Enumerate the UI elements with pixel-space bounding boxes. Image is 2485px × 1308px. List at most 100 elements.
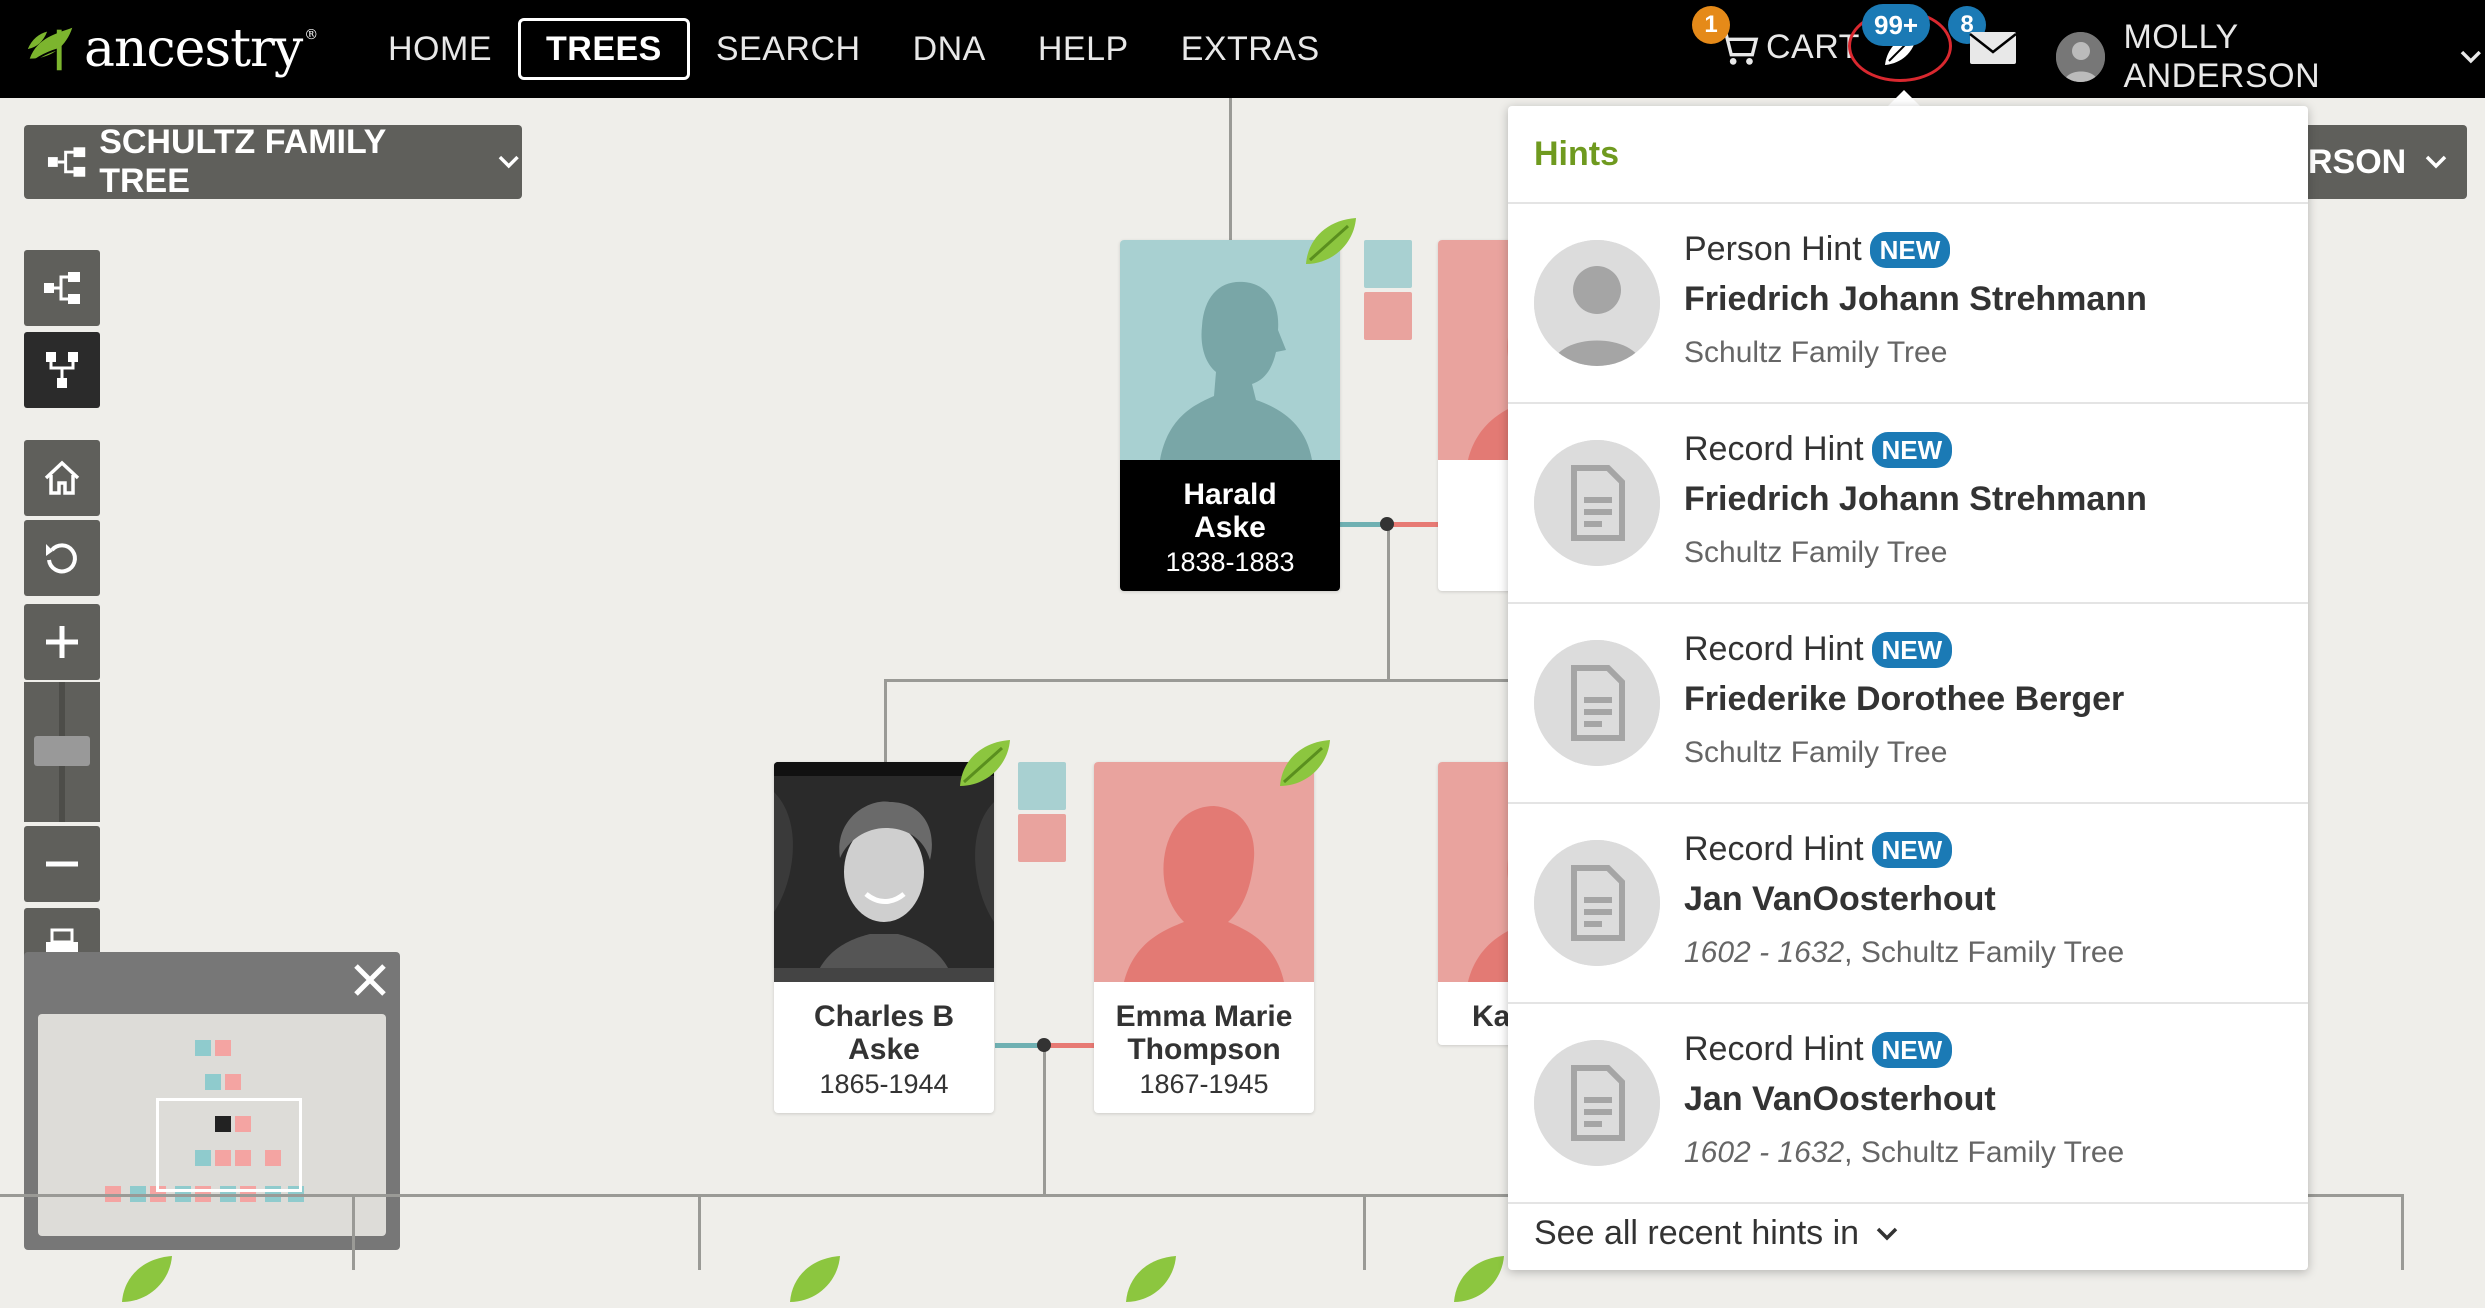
trademark-symbol: ®: [304, 27, 318, 43]
father-mini-icon: [1364, 240, 1412, 288]
cart-link[interactable]: CART: [1714, 24, 1860, 70]
tree-selector[interactable]: SCHULTZ FAMILY TREE: [24, 123, 522, 200]
tree-connector: [698, 1194, 701, 1270]
tree-connector: [1043, 1046, 1046, 1196]
zoom-in-button[interactable]: [24, 604, 100, 680]
family-view-button[interactable]: [24, 332, 100, 408]
minimap-viewport[interactable]: [156, 1098, 302, 1192]
see-all-hints-link[interactable]: See all recent hints in: [1534, 1214, 1901, 1253]
hint-item[interactable]: Person Hint NEW Friedrich Johann Strehman…: [1508, 204, 2308, 404]
top-navigation-bar: ancestry ® HOME TREES SEARCH DNA HELP EXT…: [0, 0, 2485, 98]
nav-home[interactable]: HOME: [362, 18, 518, 80]
mother-mini-icon: [1364, 292, 1412, 340]
hint-item[interactable]: Record Hint NEW Jan VanOosterhout 1602 - …: [1508, 804, 2308, 1004]
hint-type-label: Record Hint: [1684, 830, 1864, 868]
hint-person-name[interactable]: Jan VanOosterhout: [1684, 1080, 1996, 1119]
hint-person-name[interactable]: Friederike Dorothee Berger: [1684, 680, 2124, 719]
hint-tree-label: Schultz Family Tree: [1860, 1136, 2125, 1169]
hint-tree-label: Schultz Family Tree: [1684, 536, 1948, 569]
person-card-charles-aske[interactable]: Charles B Aske 1865-1944: [774, 762, 994, 1113]
cart-label: CART: [1766, 27, 1860, 66]
pedigree-view-button[interactable]: [24, 250, 100, 326]
parents-indicator[interactable]: [1018, 762, 1070, 866]
tree-selector-label: SCHULTZ FAMILY TREE: [99, 123, 386, 200]
hint-type: Record Hint NEW: [1684, 630, 1953, 669]
nav-help[interactable]: HELP: [1012, 18, 1155, 80]
person-card-harald-aske[interactable]: Harald Aske 1838-1883: [1120, 240, 1340, 591]
hint-tree-label: Schultz Family Tree: [1684, 736, 1948, 769]
hint-leaf-icon[interactable]: [1122, 1250, 1180, 1308]
spouse-dot: [1380, 517, 1394, 531]
hint-tree-name: Schultz Family Tree: [1684, 336, 1947, 370]
spouse-connector: [995, 1043, 1043, 1048]
hint-person-name[interactable]: Friedrich Johann Strehmann: [1684, 280, 2147, 319]
person-info: Harald Aske 1838-1883: [1120, 460, 1340, 591]
hint-type: Person Hint NEW: [1684, 230, 1951, 269]
nav-extras[interactable]: EXTRAS: [1155, 18, 1346, 80]
hint-leaf-icon[interactable]: [956, 734, 1014, 792]
hint-tree-label: Schultz Family Tree: [1684, 336, 1948, 369]
cart-count-badge: 1: [1692, 6, 1730, 44]
hints-count-badge: 99+: [1862, 4, 1931, 46]
nav-search[interactable]: SEARCH: [690, 18, 887, 80]
hint-leaf-icon[interactable]: [1450, 1250, 1508, 1308]
person-last-name: Aske: [1194, 511, 1266, 544]
tree-connector: [352, 1194, 355, 1270]
tree-connector: [884, 679, 1508, 682]
hint-leaf-icon[interactable]: [1302, 212, 1360, 270]
hint-item[interactable]: Record Hint NEW Jan VanOosterhout 1602 - …: [1508, 1004, 2308, 1204]
user-menu[interactable]: MOLLY ANDERSON: [2056, 18, 2485, 96]
brand-name: ancestry: [84, 19, 303, 79]
document-icon: [1534, 1040, 1660, 1166]
hint-type: Record Hint NEW: [1684, 1030, 1953, 1069]
nav-trees[interactable]: TREES: [518, 18, 690, 80]
new-badge: NEW: [1869, 231, 1951, 268]
hint-person-name[interactable]: Jan VanOosterhout: [1684, 880, 1996, 919]
home-person-button[interactable]: [24, 440, 100, 516]
person-selector-label: RSON: [2308, 142, 2407, 181]
record-hint-document: [1534, 1040, 1660, 1166]
tree-minimap: [24, 952, 400, 1250]
refresh-icon: [46, 543, 77, 574]
nav-dna[interactable]: DNA: [887, 18, 1012, 80]
chevron-down-icon: [2461, 50, 2482, 64]
zoom-slider-thumb[interactable]: [34, 736, 90, 766]
parents-indicator[interactable]: [1364, 240, 1416, 344]
zoom-out-button[interactable]: [24, 826, 100, 902]
person-first-name: Charles B: [813, 1000, 955, 1033]
mother-mini-icon: [1018, 814, 1066, 862]
hint-type: Record Hint NEW: [1684, 430, 1953, 469]
document-icon: [1534, 440, 1660, 566]
home-icon: [44, 460, 80, 495]
mail-icon[interactable]: [1968, 28, 2018, 68]
record-hint-document: [1534, 440, 1660, 566]
record-hint-document: [1534, 640, 1660, 766]
chevron-down-icon: [498, 155, 519, 169]
new-badge: NEW: [1871, 831, 1953, 868]
hint-type-label: Person Hint: [1684, 230, 1862, 268]
hint-leaf-icon[interactable]: [786, 1250, 844, 1308]
hint-item[interactable]: Record Hint NEW Friedrich Johann Strehman…: [1508, 404, 2308, 604]
hint-person-name[interactable]: Friedrich Johann Strehmann: [1684, 480, 2147, 519]
minimap-canvas[interactable]: [38, 1014, 386, 1236]
person-dates: 1865-1944: [819, 1069, 949, 1099]
person-card-emma-thompson[interactable]: Emma Marie Thompson 1867-1945: [1094, 762, 1314, 1113]
hint-leaf-icon[interactable]: [1276, 734, 1334, 792]
person-info: Charles B Aske 1865-1944: [774, 982, 994, 1113]
hint-item[interactable]: Record Hint NEW Friederike Dorothee Berge…: [1508, 604, 2308, 804]
zoom-slider[interactable]: [24, 682, 100, 822]
person-photo: [1120, 240, 1340, 460]
ancestry-logo[interactable]: ancestry ®: [22, 14, 318, 84]
father-mini-icon: [1018, 762, 1066, 810]
person-selector[interactable]: RSON: [2286, 125, 2467, 199]
hint-leaf-icon[interactable]: [118, 1250, 176, 1308]
tree-connector: [1387, 525, 1390, 680]
close-icon[interactable]: [350, 960, 390, 1000]
minimap-node: [225, 1074, 241, 1090]
hint-dates: 1602 - 1632: [1684, 936, 1845, 969]
main-menu: HOME TREES SEARCH DNA HELP EXTRAS: [362, 18, 1346, 80]
user-avatar: [2056, 32, 2106, 82]
male-silhouette-icon: [1160, 281, 1312, 460]
hints-dropdown: Hints Person Hint NEW Friedrich Johann St…: [1508, 106, 2308, 1270]
reset-view-button[interactable]: [24, 520, 100, 596]
